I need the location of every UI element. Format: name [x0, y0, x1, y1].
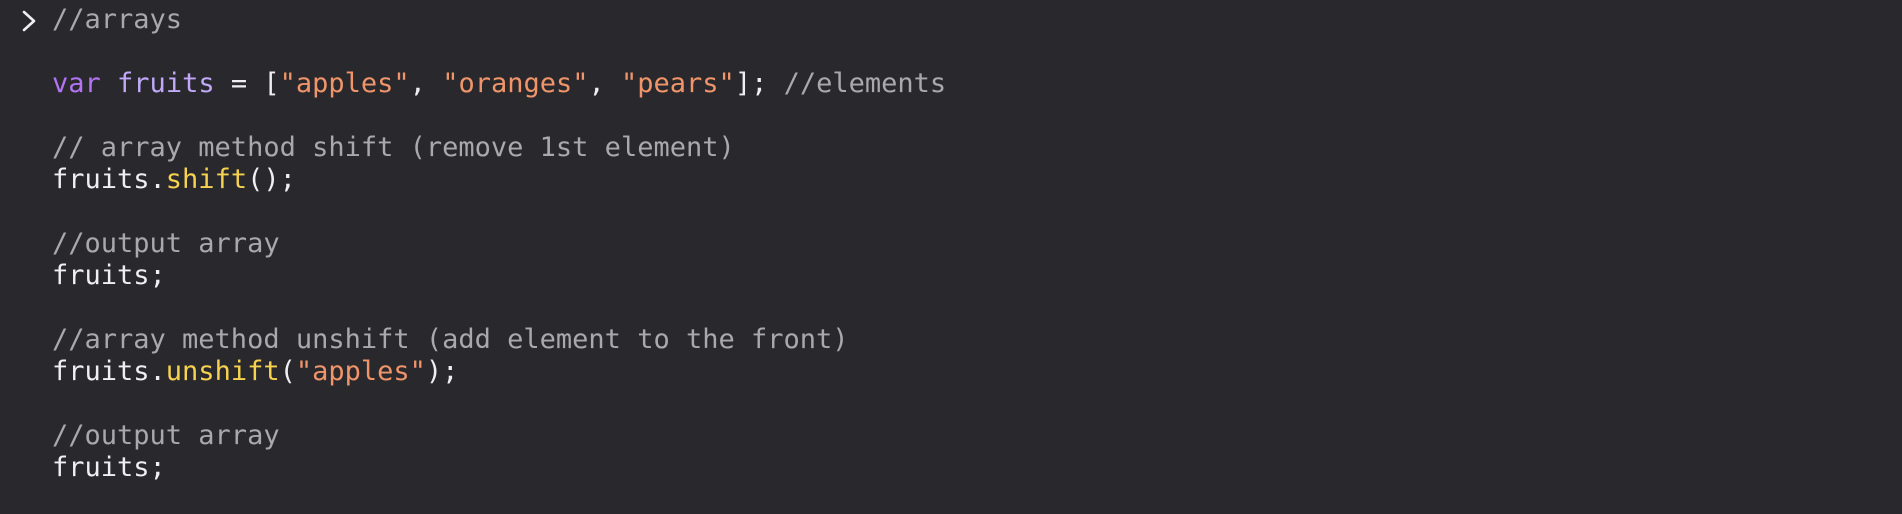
code-token: //elements: [783, 68, 947, 99]
code-line: fruits.shift();: [52, 164, 946, 196]
code-token: "oranges": [442, 68, 589, 99]
code-line: //output array: [52, 228, 946, 260]
code-token: ,: [409, 68, 443, 99]
code-token: //output array: [52, 420, 280, 451]
code-token: fruits: [117, 68, 215, 99]
code-line: fruits;: [52, 260, 946, 292]
code-token: //arrays: [52, 4, 183, 35]
code-line: fruits;: [52, 452, 946, 484]
code-token: fruits;: [52, 260, 166, 291]
code-token: ,: [588, 68, 622, 99]
code-token: "apples": [295, 356, 426, 387]
code-token: //array method unshift (add element to t…: [52, 324, 849, 355]
code-token: = [: [214, 68, 280, 99]
code-line: //array method unshift (add element to t…: [52, 324, 946, 356]
code-token: var: [52, 68, 101, 99]
chevron-right-icon: [22, 10, 36, 32]
code-token: (: [279, 356, 296, 387]
code-token: ();: [247, 164, 296, 195]
code-token: "pears": [621, 68, 735, 99]
code-token: );: [425, 356, 459, 387]
code-token: shift: [165, 164, 248, 195]
code-line: var fruits = ["apples", "oranges", "pear…: [52, 68, 946, 100]
code-line: //output array: [52, 420, 946, 452]
code-token: //output array: [52, 228, 280, 259]
code-block[interactable]: //arrays var fruits = ["apples", "orange…: [52, 4, 946, 484]
code-token: ];: [734, 68, 784, 99]
code-token: unshift: [165, 356, 280, 387]
code-token: fruits;: [52, 452, 166, 483]
code-token: fruits.: [52, 356, 166, 387]
code-token: fruits.: [52, 164, 166, 195]
code-line: //arrays: [52, 4, 946, 36]
code-line: fruits.unshift("apples");: [52, 356, 946, 388]
code-token: "apples": [279, 68, 410, 99]
code-token: // array method shift (remove 1st elemen…: [52, 132, 735, 163]
console-editor[interactable]: //arrays var fruits = ["apples", "orange…: [0, 0, 1902, 514]
code-line: // array method shift (remove 1st elemen…: [52, 132, 946, 164]
